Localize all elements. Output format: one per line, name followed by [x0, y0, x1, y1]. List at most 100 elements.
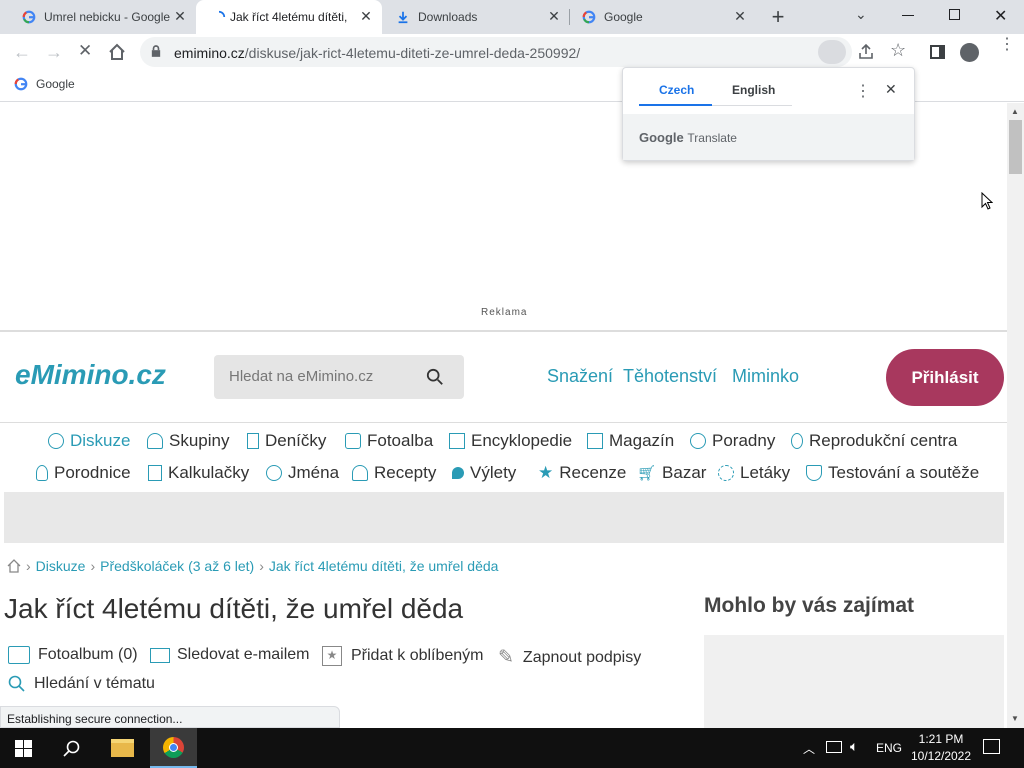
group-icon: [147, 433, 163, 449]
translate-tab-underline: [639, 104, 712, 106]
nav-denicky[interactable]: Deníčky: [247, 431, 326, 451]
close-window-icon[interactable]: ✕: [994, 6, 1008, 25]
nav-skupiny[interactable]: Skupiny: [147, 431, 229, 451]
breadcrumb-diskuze[interactable]: Diskuze: [36, 558, 86, 574]
address-bar[interactable]: emimino.cz/diskuse/jak-rict-4letemu-dite…: [140, 37, 852, 67]
action-label: Zapnout podpisy: [522, 648, 642, 666]
translate-options-icon[interactable]: ⋮: [855, 81, 871, 101]
bookmark-google[interactable]: Google: [14, 77, 75, 91]
action-podpisy[interactable]: ✎ Zapnout podpisy: [498, 646, 641, 669]
search-icon[interactable]: [63, 739, 81, 757]
translate-tab-divider: [712, 105, 792, 106]
header-link-miminko[interactable]: Miminko: [732, 366, 799, 387]
login-button[interactable]: Přihlásit: [886, 349, 1004, 406]
google-g-icon: [582, 10, 596, 24]
google-g-icon: [22, 10, 36, 24]
camera-icon: [345, 433, 361, 449]
nav-diskuze[interactable]: Diskuze: [48, 431, 130, 451]
close-tab-icon[interactable]: ✕: [172, 8, 188, 24]
action-sledovat[interactable]: Sledovat e-mailem: [150, 646, 310, 664]
nav-poradny[interactable]: Poradny: [690, 431, 775, 451]
nav-testovani[interactable]: Testování a soutěže: [806, 463, 979, 483]
action-oblibene[interactable]: ★ Přidat k oblíbeným: [322, 646, 484, 666]
new-tab-icon[interactable]: +: [768, 6, 788, 28]
header-link-tehotenstvi[interactable]: Těhotenství: [623, 366, 717, 387]
star-icon[interactable]: ☆: [890, 40, 906, 61]
site-logo[interactable]: eMimino.cz: [15, 359, 166, 391]
nav-magazin[interactable]: Magazín: [587, 431, 674, 451]
scrollbar[interactable]: ▲ ▼: [1007, 103, 1024, 728]
stop-icon[interactable]: ✕: [78, 41, 92, 61]
side-panel-icon[interactable]: [930, 45, 945, 59]
action-label: Sledovat e-mailem: [177, 646, 310, 663]
nav-fotoalba[interactable]: Fotoalba: [345, 431, 433, 451]
nav-label: Recepty: [374, 463, 437, 482]
network-icon[interactable]: [826, 741, 842, 753]
breadcrumb-predskolacek[interactable]: Předškoláček (3 až 6 let): [100, 558, 254, 574]
language-indicator[interactable]: ENG: [876, 741, 902, 755]
menu-icon[interactable]: ⋮: [999, 37, 1015, 53]
nav-jmena[interactable]: Jména: [266, 463, 339, 483]
header-link-snazeni[interactable]: Snažení: [547, 366, 613, 387]
search-icon[interactable]: [426, 368, 444, 386]
translate-close-icon[interactable]: ✕: [885, 81, 897, 98]
page-title: Jak říct 4letému dítěti, že umřel děda: [4, 593, 464, 624]
translate-lang-source[interactable]: Czech: [659, 83, 694, 97]
file-explorer-icon[interactable]: [111, 739, 134, 757]
windows-start-icon[interactable]: [15, 740, 32, 757]
pen-icon: ✎: [498, 647, 514, 668]
tab-downloads[interactable]: Downloads ✕: [384, 0, 570, 34]
google-g-icon: [14, 77, 28, 91]
profile-icon[interactable]: [960, 43, 979, 62]
ad-banner: [4, 492, 1004, 543]
home-icon[interactable]: [7, 559, 21, 573]
nav-porodnice[interactable]: Porodnice: [36, 463, 131, 483]
nav-vylety[interactable]: Výlety: [452, 463, 516, 483]
translate-lang-target[interactable]: English: [732, 83, 775, 97]
tab-active[interactable]: Jak říct 4letému dítěti, ✕: [196, 0, 382, 34]
tab-google[interactable]: Google ✕: [572, 0, 758, 34]
close-tab-icon[interactable]: ✕: [732, 8, 748, 24]
scroll-down-arrow[interactable]: ▼: [1011, 714, 1019, 723]
notification-icon[interactable]: [983, 739, 1000, 754]
google-logo-text: Google: [639, 130, 684, 145]
action-hledani[interactable]: Hledání v tématu: [8, 675, 155, 693]
chat-icon: [48, 433, 64, 449]
translate-icon[interactable]: [818, 40, 846, 64]
forward-icon[interactable]: →: [45, 42, 63, 63]
nav-reprodukcni-centra[interactable]: Reprodukční centra: [791, 431, 957, 451]
close-tab-icon[interactable]: ✕: [358, 8, 374, 24]
tab-google-search[interactable]: Umrel nebicku - Google ✕: [8, 0, 194, 34]
magazine-icon: [587, 433, 603, 449]
restore-icon[interactable]: [949, 9, 960, 20]
nav-label: Výlety: [470, 463, 517, 482]
download-icon: [398, 11, 408, 24]
bookmark-star-icon: ★: [322, 646, 342, 666]
share-icon[interactable]: [857, 43, 875, 61]
scroll-thumb[interactable]: [1009, 120, 1022, 174]
back-icon[interactable]: ←: [13, 42, 31, 63]
nav-encyklopedie[interactable]: Encyklopedie: [449, 431, 572, 451]
nav-letaky[interactable]: Letáky: [718, 463, 790, 483]
volume-icon[interactable]: 🔈︎: [850, 738, 858, 755]
close-tab-icon[interactable]: ✕: [546, 8, 562, 24]
nav-recenze[interactable]: ★ Recenze: [538, 463, 626, 483]
scroll-up-arrow[interactable]: ▲: [1011, 107, 1019, 116]
tab-search-icon[interactable]: ⌄: [855, 6, 871, 26]
nav-label: Diskuze: [70, 431, 131, 450]
nav-label: Fotoalba: [367, 431, 434, 450]
nav-bazar[interactable]: 🛒︎ Bazar: [637, 463, 706, 483]
home-icon[interactable]: [108, 43, 126, 61]
nav-recepty[interactable]: Recepty: [352, 463, 436, 483]
chrome-taskbar-button[interactable]: [150, 728, 197, 768]
search-input[interactable]: Hledat na eMimino.cz: [214, 355, 464, 399]
translate-footer: Google Translate: [623, 114, 914, 160]
trophy-icon: [806, 465, 822, 481]
ad-label: Reklama: [481, 307, 528, 318]
nav-kalkulacky[interactable]: Kalkulačky: [148, 463, 249, 483]
action-fotoalbum[interactable]: Fotoalbum (0): [8, 646, 138, 664]
minimize-icon[interactable]: [902, 15, 914, 16]
breadcrumb-current[interactable]: Jak říct 4letému dítěti, že umřel děda: [269, 558, 499, 574]
tray-chevron-icon[interactable]: ︿: [803, 740, 815, 757]
clock[interactable]: 1:21 PM 10/12/2022: [906, 731, 976, 765]
